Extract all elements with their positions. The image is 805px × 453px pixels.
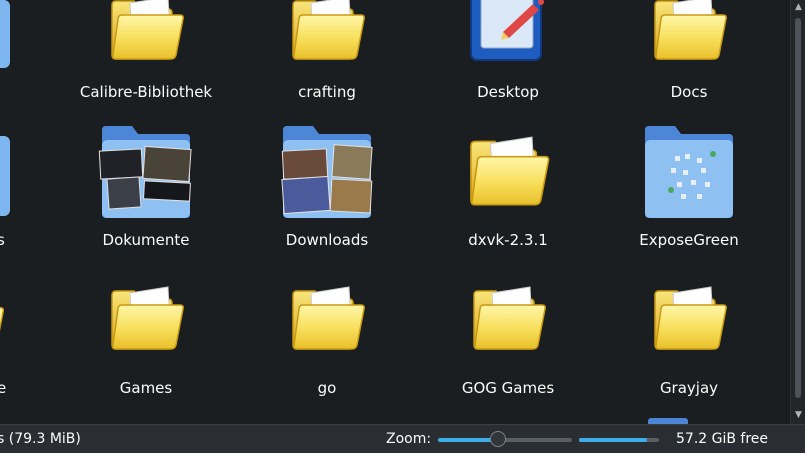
file-item[interactable]: ExposeGreen	[604, 124, 774, 264]
space-usage-bar	[579, 438, 659, 442]
scroll-down-icon[interactable]: ▼	[793, 410, 804, 421]
partial-item-left-1[interactable]	[0, 0, 12, 70]
file-label: Grayjay	[659, 379, 719, 397]
file-item[interactable]: Docs	[604, 0, 774, 132]
folder-icon	[468, 282, 548, 356]
scroll-up-icon[interactable]: ▲	[793, 2, 804, 13]
file-label: crafting	[298, 83, 356, 101]
partial-label-left-2: s	[0, 231, 5, 249]
partial-item-left-3[interactable]	[0, 286, 6, 356]
folder-preview-icon	[645, 126, 733, 218]
file-item[interactable]: go	[242, 282, 412, 422]
file-label: Dokumente	[102, 231, 190, 249]
file-label: GOG Games	[461, 379, 555, 397]
file-label: dxvk-2.3.1	[468, 231, 548, 249]
file-item[interactable]: crafting	[242, 0, 412, 132]
file-label: go	[317, 379, 337, 397]
file-icon-view[interactable]: s e Calibre-Bibliothek crafting Desktop …	[0, 0, 790, 424]
file-item[interactable]: dxvk-2.3.1	[423, 124, 593, 264]
folder-preview-icon	[281, 126, 373, 218]
selection-info: s (79.3 MiB)	[0, 431, 81, 447]
file-item[interactable]: Calibre-Bibliothek	[61, 0, 231, 132]
folder-preview-icon	[98, 126, 192, 218]
free-space: 57.2 GiB free	[676, 431, 769, 447]
file-item[interactable]: Games	[61, 282, 231, 422]
folder-icon	[470, 136, 550, 206]
zoom-label: Zoom:	[386, 431, 432, 447]
file-label: Docs	[670, 83, 708, 101]
file-label: Games	[119, 379, 173, 397]
partial-item-left-2[interactable]	[0, 136, 12, 220]
folder-icon	[287, 282, 367, 356]
desktop-folder-icon	[470, 0, 544, 61]
vertical-scrollbar[interactable]: ▲ ▼	[790, 0, 805, 424]
space-usage-fill	[579, 438, 647, 442]
status-bar: s (79.3 MiB) Zoom: 57.2 GiB free	[0, 424, 805, 453]
file-item[interactable]: Grayjay	[604, 282, 774, 422]
folder-icon	[106, 282, 186, 356]
file-item[interactable]: Dokumente	[61, 124, 231, 264]
file-item[interactable]: Desktop	[423, 0, 593, 132]
file-item[interactable]: GOG Games	[423, 282, 593, 422]
file-label: Downloads	[285, 231, 369, 249]
file-label: Desktop	[477, 83, 539, 101]
zoom-slider-fill	[438, 438, 499, 442]
folder-icon	[106, 0, 186, 66]
file-label: Calibre-Bibliothek	[79, 83, 213, 101]
scrollbar-thumb[interactable]	[795, 18, 801, 398]
folder-icon	[649, 282, 729, 356]
folder-icon	[649, 0, 729, 66]
zoom-slider-handle[interactable]	[490, 431, 507, 447]
file-label: ExposeGreen	[639, 231, 739, 249]
file-item[interactable]: Downloads	[242, 124, 412, 264]
folder-icon	[287, 0, 367, 66]
partial-label-left-3: e	[0, 379, 7, 397]
